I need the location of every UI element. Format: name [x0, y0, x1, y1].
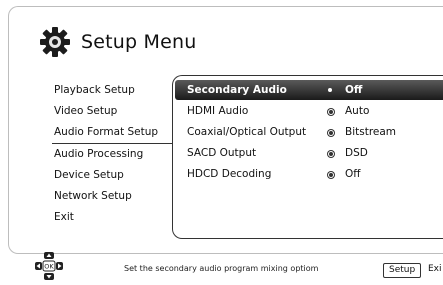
- option-value: DSD: [345, 147, 368, 159]
- gear-icon: [40, 27, 70, 57]
- option-hdcd-decoding[interactable]: HDCD Decoding Off: [175, 164, 443, 184]
- title-row: Setup Menu: [39, 26, 197, 58]
- option-label: SACD Output: [187, 147, 257, 159]
- option-label: HDCD Decoding: [187, 168, 272, 180]
- option-value: Bitstream: [345, 126, 397, 138]
- option-hdmi-audio[interactable]: HDMI Audio Auto: [175, 101, 443, 121]
- option-value: Off: [345, 168, 361, 180]
- bullet-icon: [328, 151, 334, 157]
- menu-item-playback-setup[interactable]: Playback Setup: [52, 80, 172, 101]
- options-panel: Secondary Audio Off HDMI Audio Auto Coax…: [172, 75, 443, 239]
- bullet-icon: [328, 130, 334, 136]
- menu-item-audio-processing[interactable]: Audio Processing: [52, 144, 172, 165]
- menu-item-network-setup[interactable]: Network Setup: [52, 186, 172, 207]
- bullet-icon: [328, 109, 334, 115]
- page-title: Setup Menu: [81, 31, 197, 53]
- option-value: Off: [345, 84, 363, 96]
- menu-item-device-setup[interactable]: Device Setup: [52, 165, 172, 186]
- bullet-icon: [328, 88, 332, 92]
- left-menu: Playback Setup Video Setup Audio Format …: [52, 80, 172, 228]
- option-secondary-audio[interactable]: Secondary Audio Off: [175, 80, 443, 100]
- setup-button[interactable]: Setup: [383, 263, 422, 278]
- help-text: Set the secondary audio program mixing o…: [124, 264, 319, 273]
- option-label: HDMI Audio: [187, 105, 249, 117]
- option-value: Auto: [345, 105, 370, 117]
- option-coaxial-optical-output[interactable]: Coaxial/Optical Output Bitstream: [175, 122, 443, 142]
- dpad-icon: OK: [35, 252, 63, 280]
- option-label: Coaxial/Optical Output: [187, 126, 307, 138]
- bullet-icon: [328, 172, 334, 178]
- menu-item-video-setup[interactable]: Video Setup: [52, 101, 172, 122]
- dpad-ok-label: OK: [44, 263, 54, 271]
- option-label: Secondary Audio: [187, 84, 287, 96]
- menu-item-audio-format-setup[interactable]: Audio Format Setup: [52, 122, 172, 144]
- exit-label: Exi: [428, 264, 442, 274]
- option-sacd-output[interactable]: SACD Output DSD: [175, 143, 443, 163]
- menu-item-exit[interactable]: Exit: [52, 207, 172, 228]
